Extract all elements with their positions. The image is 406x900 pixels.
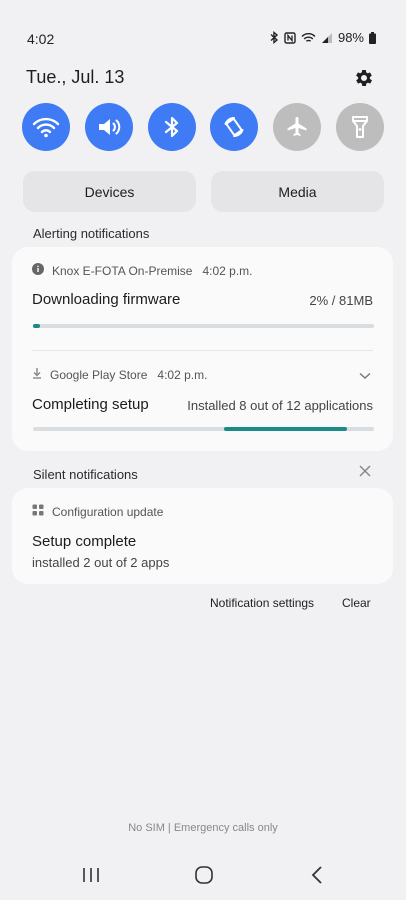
status-icons: 98% [269,30,376,45]
home-icon[interactable] [194,865,214,890]
rotate-icon [224,116,244,138]
notification-app-line: Knox E-FOTA On-Premise 4:02 p.m. [32,263,253,278]
install-progress-bar [33,427,374,431]
notification-title: Setup complete [32,533,137,550]
nfc-icon [284,31,296,44]
silent-section-title: Silent notifications [33,467,138,482]
wifi-icon [32,117,60,138]
bluetooth-icon [164,116,178,138]
settings-gear-icon[interactable] [353,67,375,89]
wifi-toggle[interactable] [22,103,70,151]
notification-time: 4:02 p.m. [157,367,208,382]
sound-toggle[interactable] [84,103,133,151]
notification-app-name: Knox E-FOTA On-Premise [52,263,193,278]
flashlight-icon [351,116,368,138]
notification-configuration-update[interactable]: Configuration update Setup complete inst… [12,488,393,584]
install-progress-fill [223,427,347,431]
notification-title: Completing setup [32,396,149,413]
notification-knox-efota[interactable]: Knox E-FOTA On-Premise 4:02 p.m. Downloa… [12,247,393,345]
airplane-icon [287,117,307,136]
notification-app-line: Google Play Store 4:02 p.m. [32,367,207,382]
notification-subtitle: installed 2 out of 2 apps [32,555,170,570]
dismiss-silent-close-icon[interactable] [358,464,372,483]
download-icon [32,367,42,382]
info-icon [32,263,44,278]
wifi-icon [301,32,316,44]
notification-app-name: Configuration update [52,504,164,519]
status-time: 4:02 [27,31,55,47]
no-sim-text: No SIM | Emergency calls only [128,822,278,834]
notification-time: 4:02 p.m. [202,263,253,278]
notification-progress-text: Installed 8 out of 12 applications [187,398,373,413]
notification-google-play[interactable]: Google Play Store 4:02 p.m. Completing s… [12,353,393,451]
bluetooth-toggle[interactable] [147,103,196,151]
signal-icon [321,32,333,44]
auto-rotate-toggle[interactable] [210,103,259,151]
back-icon[interactable] [310,865,324,890]
battery-icon [369,31,376,44]
airplane-toggle[interactable] [273,103,322,151]
expand-chevron-icon[interactable] [359,367,371,385]
alerting-notifications-card: Knox E-FOTA On-Premise 4:02 p.m. Downloa… [12,247,393,451]
clear-button[interactable]: Clear [342,596,371,610]
recent-apps-icon[interactable] [82,865,100,890]
divider [32,350,373,351]
grid-icon [32,504,44,519]
notification-app-line: Configuration update [32,504,163,519]
notification-progress-text: 2% / 81MB [309,293,373,308]
download-progress-bar [33,324,374,328]
notification-settings-button[interactable]: Notification settings [210,596,314,610]
devices-button[interactable]: Devices [23,171,196,212]
download-progress-fill [33,324,40,328]
notification-app-name: Google Play Store [50,367,148,382]
quick-toggles [22,103,384,151]
notification-title: Downloading firmware [32,291,181,308]
flashlight-toggle[interactable] [335,103,384,151]
media-button[interactable]: Media [211,171,384,212]
volume-icon [98,119,121,135]
battery-percent: 98% [337,30,364,45]
date-label: Tue., Jul. 13 [26,67,125,87]
bluetooth-icon [269,31,279,44]
alerting-section-title: Alerting notifications [33,226,150,241]
